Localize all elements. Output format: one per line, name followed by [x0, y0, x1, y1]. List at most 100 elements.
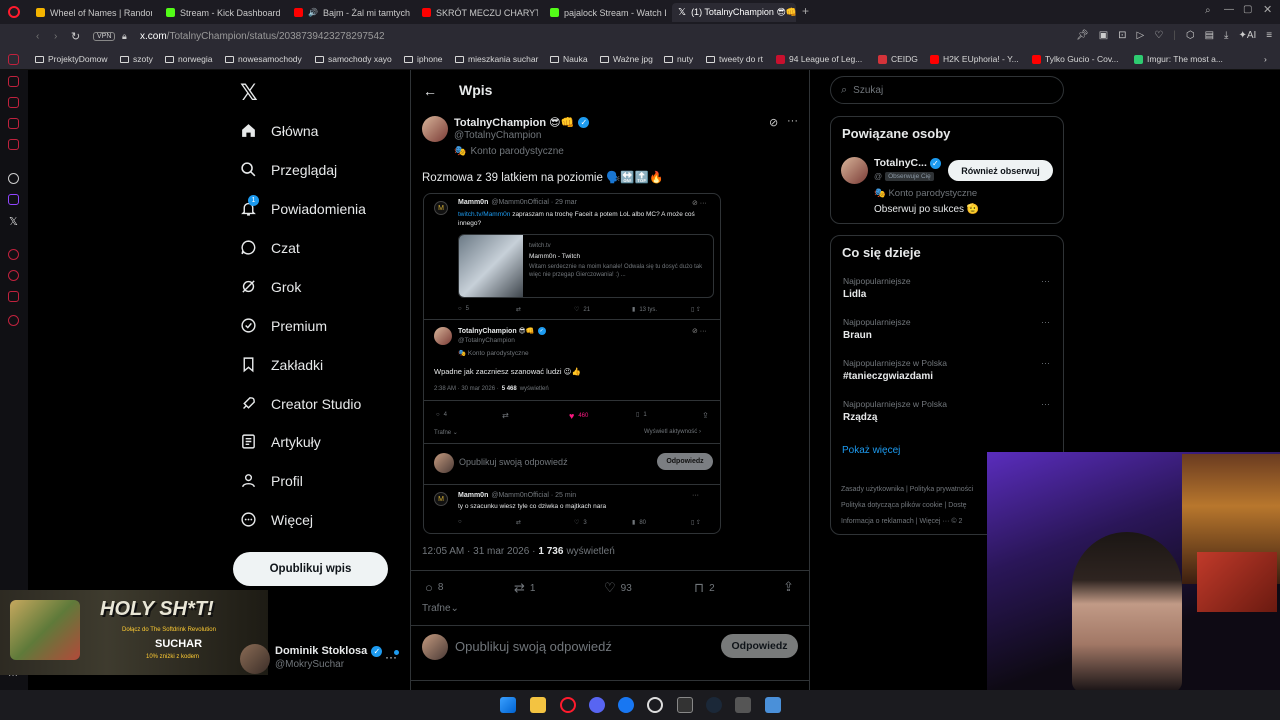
footer-link[interactable]: Informacja o reklamach: [841, 518, 914, 525]
bookmark-link[interactable]: Imgur: The most a...: [1134, 54, 1223, 64]
history-icon[interactable]: [8, 97, 19, 108]
footer-link[interactable]: Zasady użytkownika: [841, 486, 904, 493]
footer-link[interactable]: Więcej ···: [919, 518, 949, 525]
clock-icon[interactable]: [8, 249, 19, 260]
nav-more[interactable]: Więcej: [240, 511, 313, 528]
timer-icon[interactable]: [8, 270, 19, 281]
nav-home[interactable]: Główna: [240, 122, 318, 139]
search-tabs-icon[interactable]: ⌕: [1205, 5, 1211, 16]
trend-menu-icon[interactable]: ···: [1041, 358, 1050, 368]
post-image[interactable]: M Mamm0n @Mamm0nOfficial · 29 mar twitch.…: [423, 193, 721, 534]
bookmark-folder[interactable]: samochody xayo: [315, 54, 392, 64]
bookmark-folder[interactable]: mieszkania suchar: [455, 54, 538, 64]
camera-icon[interactable]: ⊡: [1118, 30, 1126, 41]
x-logo-icon[interactable]: 𝕏: [240, 80, 258, 106]
trend-item[interactable]: Najpopularniejsze Lidla: [843, 276, 911, 300]
bookmark-folder[interactable]: nowesamochody: [225, 54, 302, 64]
snapshot-icon[interactable]: ▣: [1099, 30, 1108, 41]
minimize-icon[interactable]: —: [1224, 4, 1234, 15]
bookmark-link[interactable]: Tylko Gucio - Cov...: [1032, 54, 1119, 64]
pin-icon[interactable]: 📌︎: [1076, 30, 1089, 41]
new-tab-icon[interactable]: +: [802, 4, 809, 18]
bookmark-link[interactable]: H2K EUphoria! - Y...: [930, 54, 1019, 64]
tab-skrot-meczu[interactable]: SKRÓT MECZU CHARYTA: [416, 3, 538, 22]
menu-icon[interactable]: ≡: [1266, 30, 1272, 41]
discord-icon[interactable]: [589, 697, 605, 713]
url-field[interactable]: x.com/TotalnyChampion/status/20387394232…: [140, 31, 385, 42]
bookmark-action[interactable]: ⊓ 2: [694, 580, 715, 596]
tab-totalnychampion[interactable]: 𝕏 (1) TotalnyChampion 😎👊: [672, 3, 796, 22]
back-arrow-icon[interactable]: ←: [423, 83, 437, 99]
search-box[interactable]: ⌕ Szukaj: [830, 76, 1064, 104]
chatgpt-icon[interactable]: [8, 173, 19, 184]
nav-grok[interactable]: Grok: [240, 278, 301, 295]
close-window-icon[interactable]: ✕: [1263, 3, 1272, 16]
post-time[interactable]: 12:05 AM · 31 mar 2026 ·: [422, 546, 535, 557]
bookmarks-overflow-icon[interactable]: ›: [1264, 54, 1267, 64]
bookmark-folder[interactable]: norwegia: [165, 54, 213, 64]
vpn-badge[interactable]: VPN: [93, 32, 116, 41]
nav-bookmarks[interactable]: Zakładki: [240, 356, 323, 373]
trend-menu-icon[interactable]: ···: [1041, 276, 1050, 286]
tiktok-icon[interactable]: [8, 139, 19, 150]
terminal-icon[interactable]: [677, 697, 693, 713]
avatar[interactable]: [240, 644, 270, 674]
trend-menu-icon[interactable]: ···: [1041, 399, 1050, 409]
nav-explore[interactable]: Przeglądaj: [240, 161, 337, 178]
maximize-icon[interactable]: ▢: [1243, 4, 1252, 15]
nav-premium[interactable]: Premium: [240, 317, 327, 334]
search-input[interactable]: Szukaj: [853, 85, 883, 96]
forward-icon[interactable]: ›: [54, 31, 57, 42]
aria-ai-icon[interactable]: ✦AI: [1238, 30, 1256, 41]
lock-icon[interactable]: 🔒︎: [122, 31, 127, 42]
aria-icon[interactable]: [8, 54, 19, 65]
post-button[interactable]: Opublikuj wpis: [233, 552, 388, 586]
post-menu-icon[interactable]: ···: [787, 115, 798, 127]
settings-icon[interactable]: [8, 315, 19, 326]
share-icon[interactable]: ⇪: [783, 579, 794, 595]
bookmark-link[interactable]: CEIDG: [878, 54, 918, 64]
tab-bajm[interactable]: 🔊 Bajm - Żal mi tamtych: [288, 3, 410, 22]
bookmark-folder[interactable]: ProjektyDomow: [35, 54, 108, 64]
nav-articles[interactable]: Artykuły: [240, 433, 321, 450]
tab-wheel-of-names[interactable]: Wheel of Names | Random: [30, 3, 152, 22]
bookmark-folder[interactable]: iphone: [404, 54, 443, 64]
nav-profile[interactable]: Profil: [240, 472, 303, 489]
extensions-icon[interactable]: ⬡: [1186, 30, 1195, 41]
speed-dial-icon[interactable]: [8, 76, 19, 87]
instagram-icon[interactable]: [8, 118, 19, 129]
heart-icon[interactable]: ♡: [1154, 30, 1163, 41]
avatar[interactable]: [841, 157, 868, 184]
author-name[interactable]: TotalnyChampion 😎👊 ✓: [454, 116, 590, 129]
tab-kick-dashboard[interactable]: Stream - Kick Dashboard: [160, 3, 280, 22]
related-name[interactable]: TotalnyC... ✓: [874, 157, 941, 169]
footer-link[interactable]: Polityka dotycząca plików cookie: [841, 502, 943, 509]
nav-notifications[interactable]: 1 Powiadomienia: [240, 195, 366, 217]
reply-button[interactable]: Odpowiedz: [721, 634, 798, 658]
bookmark-folder[interactable]: tweety do rt: [706, 54, 763, 64]
sort-dropdown[interactable]: Trafne⌄: [422, 603, 459, 614]
like-action[interactable]: ♡ 93: [604, 580, 632, 596]
trend-menu-icon[interactable]: ···: [1041, 317, 1050, 327]
bookmark-folder[interactable]: Ważne jpg: [600, 54, 653, 64]
x-sidebar-icon[interactable]: 𝕏: [9, 215, 18, 228]
follow-back-button[interactable]: Również obserwuj: [948, 160, 1053, 181]
footer-link[interactable]: Dostę: [948, 502, 966, 509]
back-icon[interactable]: ‹: [36, 31, 39, 42]
repost-action[interactable]: ⇄ 1: [514, 580, 535, 596]
account-switcher[interactable]: Dominik Stoklosa ✓: [275, 645, 383, 657]
obs-icon[interactable]: [647, 697, 663, 713]
steam-icon[interactable]: [706, 697, 722, 713]
opera-logo-icon[interactable]: [8, 6, 20, 18]
bookmark-folder[interactable]: Nauka: [550, 54, 588, 64]
tab-pajalock[interactable]: pajalock Stream - Watch L: [544, 3, 666, 22]
show-more-link[interactable]: Pokaż więcej: [842, 445, 900, 456]
notepad-icon[interactable]: [765, 697, 781, 713]
opera-icon[interactable]: [560, 697, 576, 713]
trend-item[interactable]: Najpopularniejsze w Polska Rządzą: [843, 399, 947, 423]
trend-item[interactable]: Najpopularniejsze Braun: [843, 317, 911, 341]
wallet-icon[interactable]: ▤: [1205, 30, 1214, 41]
facebook-icon[interactable]: [618, 697, 634, 713]
author-handle[interactable]: @TotalnyChampion: [454, 130, 541, 141]
nav-chat[interactable]: Czat: [240, 239, 300, 256]
